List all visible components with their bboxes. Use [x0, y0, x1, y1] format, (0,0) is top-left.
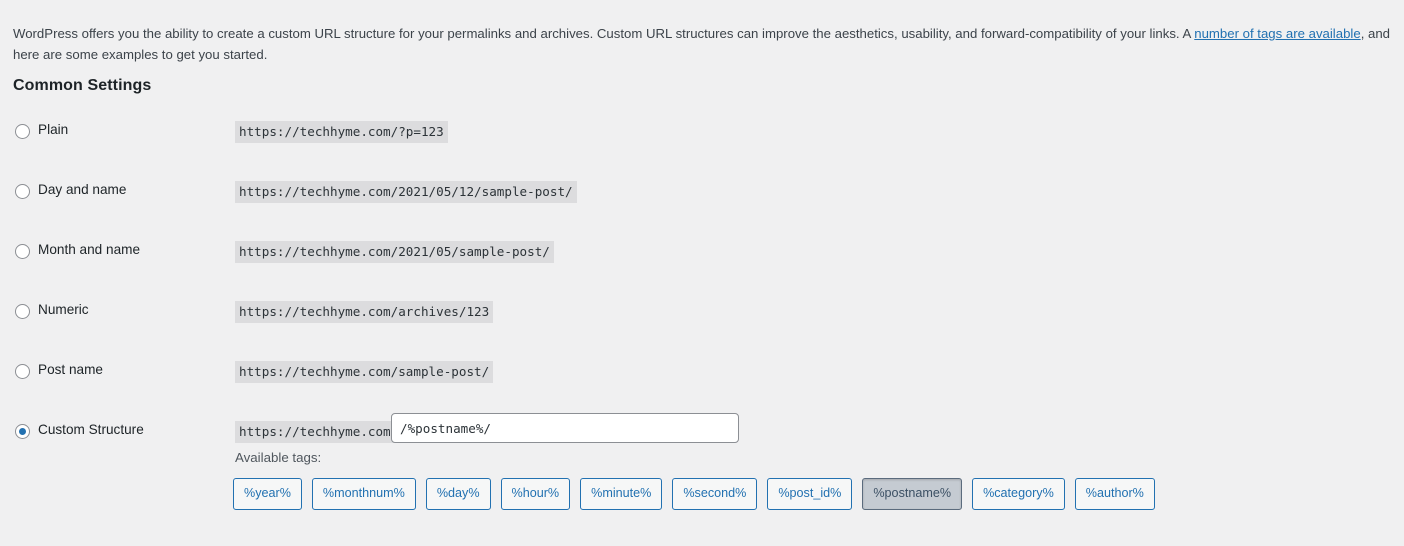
tag-button-postname[interactable]: %postname% — [862, 478, 963, 510]
option-label-month-and-name: Month and name — [38, 242, 141, 257]
example-url-plain: https://techhyme.com/?p=123 — [235, 121, 448, 143]
intro-paragraph: WordPress offers you the ability to crea… — [13, 24, 1398, 65]
tag-button-category[interactable]: %category% — [972, 478, 1065, 510]
option-row-month-and-name[interactable]: Month and name https://techhyme.com/2021… — [0, 228, 1404, 288]
custom-structure-input[interactable] — [391, 413, 739, 443]
option-label-post-name: Post name — [38, 362, 103, 377]
option-label-day-and-name: Day and name — [38, 182, 127, 197]
tag-button-author[interactable]: %author% — [1074, 478, 1155, 510]
tag-button-day[interactable]: %day% — [425, 478, 491, 510]
tag-button-second[interactable]: %second% — [672, 478, 758, 510]
example-url-day-and-name: https://techhyme.com/2021/05/12/sample-p… — [235, 181, 577, 203]
radio-plain[interactable] — [15, 124, 30, 139]
option-row-post-name[interactable]: Post name https://techhyme.com/sample-po… — [0, 348, 1404, 408]
tag-button-hour[interactable]: %hour% — [500, 478, 571, 510]
example-url-numeric: https://techhyme.com/archives/123 — [235, 301, 494, 323]
site-url-prefix: https://techhyme.com — [235, 421, 395, 443]
option-label-plain: Plain — [38, 122, 69, 137]
permalink-options-list: Plain https://techhyme.com/?p=123 Day an… — [0, 108, 1404, 528]
example-url-month-and-name: https://techhyme.com/2021/05/sample-post… — [235, 241, 554, 263]
available-tags-row: %year% %monthnum% %day% %hour% %minute% … — [233, 478, 1155, 510]
available-tags-label: Available tags: — [235, 450, 322, 465]
option-label-numeric: Numeric — [38, 302, 89, 317]
page-title: Common Settings — [13, 77, 152, 95]
option-label-custom-structure: Custom Structure — [38, 422, 144, 437]
option-row-custom-structure[interactable]: Custom Structure https://techhyme.com Av… — [0, 408, 1404, 528]
tag-button-monthnum[interactable]: %monthnum% — [311, 478, 416, 510]
radio-post-name[interactable] — [15, 364, 30, 379]
number-of-tags-link[interactable]: number of tags are available — [1194, 26, 1360, 41]
tag-button-minute[interactable]: %minute% — [580, 478, 663, 510]
option-row-day-and-name[interactable]: Day and name https://techhyme.com/2021/0… — [0, 168, 1404, 228]
option-row-plain[interactable]: Plain https://techhyme.com/?p=123 — [0, 108, 1404, 168]
tag-button-post-id[interactable]: %post_id% — [767, 478, 853, 510]
radio-custom-structure[interactable] — [15, 424, 30, 439]
example-url-post-name: https://techhyme.com/sample-post/ — [235, 361, 494, 383]
radio-numeric[interactable] — [15, 304, 30, 319]
radio-month-and-name[interactable] — [15, 244, 30, 259]
option-row-numeric[interactable]: Numeric https://techhyme.com/archives/12… — [0, 288, 1404, 348]
radio-day-and-name[interactable] — [15, 184, 30, 199]
intro-text-before-link: WordPress offers you the ability to crea… — [13, 26, 1195, 42]
tag-button-year[interactable]: %year% — [233, 478, 302, 510]
